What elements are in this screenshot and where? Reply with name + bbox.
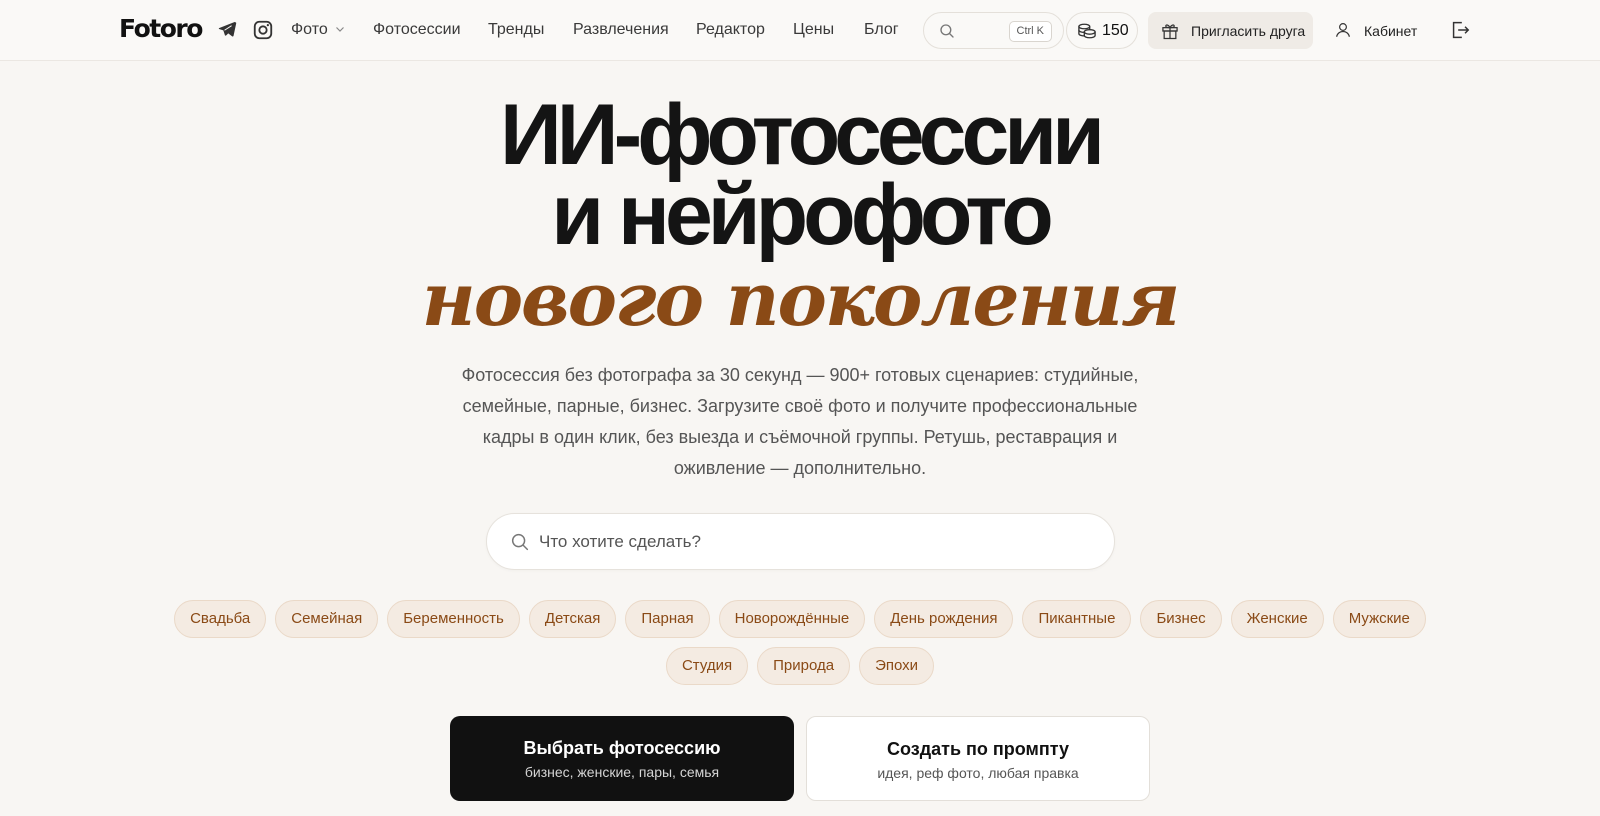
category-chip[interactable]: Свадьба [174,600,267,638]
coins-icon [1077,22,1097,45]
credits-count: 150 [1102,22,1129,39]
category-chip[interactable]: Женские [1230,600,1324,638]
nav-editor[interactable]: Редактор [696,21,765,39]
gift-icon [1160,21,1180,46]
category-chip[interactable]: Новорождённые [718,600,866,638]
cabinet-link[interactable]: Кабинет [1334,12,1424,49]
cta-secondary-sub: идея, реф фото, любая правка [877,765,1079,781]
nav-trends[interactable]: Тренды [488,21,544,39]
logout-icon[interactable] [1449,19,1471,46]
category-chips-row2: Студия Природа Эпохи [0,647,1600,685]
cta-primary-sub: бизнес, женские, пары, семья [524,764,720,780]
category-chip[interactable]: Бизнес [1140,600,1222,638]
logo[interactable]: Fotoro [119,14,203,43]
hero-subtitle: Фотосессия без фотографа за 30 секунд — … [461,365,1139,478]
top-header: Fotoro Фото Фотосессии Тренды Развлечени… [0,0,1600,61]
hero-title-accent: нового поколения [421,257,1181,343]
hero-title-line2: и нейрофото [551,167,1054,263]
instagram-icon[interactable] [252,19,274,41]
category-chip[interactable]: Мужские [1332,600,1426,638]
header-search[interactable]: Ctrl K [923,12,1064,49]
cta-primary-title: Выбрать фотосессию [523,738,721,758]
main-search-input[interactable]: Что хотите сделать? [486,513,1115,570]
user-icon [1334,21,1352,44]
category-chip[interactable]: Беременность [387,600,520,638]
category-chip[interactable]: Детская [528,600,617,638]
choose-photoshoot-button[interactable]: Выбрать фотосессию бизнес, женские, пары… [450,716,794,801]
telegram-icon[interactable] [217,19,239,41]
category-chip[interactable]: Природа [757,647,851,685]
category-chip[interactable]: Семейная [275,600,379,638]
nav-sessions[interactable]: Фотосессии [373,21,461,39]
credits-badge[interactable]: 150 [1066,12,1138,49]
search-shortcut: Ctrl K [1008,21,1052,42]
category-chip[interactable]: Парная [625,600,710,638]
cta-secondary-title: Создать по промпту [887,739,1069,759]
search-icon [509,531,531,558]
chevron-down-icon [335,21,345,39]
nav-foto[interactable]: Фото [291,21,345,39]
category-chips-row1: Свадьба Семейная Беременность Детская Парная… [0,600,1600,638]
nav-prices[interactable]: Цены [793,21,834,39]
nav-foto-label: Фото [291,21,328,39]
search-icon [938,22,956,45]
invite-label: Пригласить друга [1191,23,1306,39]
invite-friend-button[interactable]: Пригласить друга [1148,12,1313,49]
nav-fun[interactable]: Развлечения [573,21,669,39]
category-chip[interactable]: Студия [665,647,749,685]
hero-title-line1: ИИ-фотосессии [499,87,1105,183]
nav-blog[interactable]: Блог [864,21,899,39]
search-placeholder: Что хотите сделать? [539,532,701,551]
category-chip[interactable]: День рождения [874,600,1014,638]
category-chip[interactable]: Эпохи [859,647,935,685]
create-by-prompt-button[interactable]: Создать по промпту идея, реф фото, любая… [806,716,1150,801]
cabinet-label: Кабинет [1364,23,1418,39]
category-chip[interactable]: Пикантные [1022,600,1132,638]
